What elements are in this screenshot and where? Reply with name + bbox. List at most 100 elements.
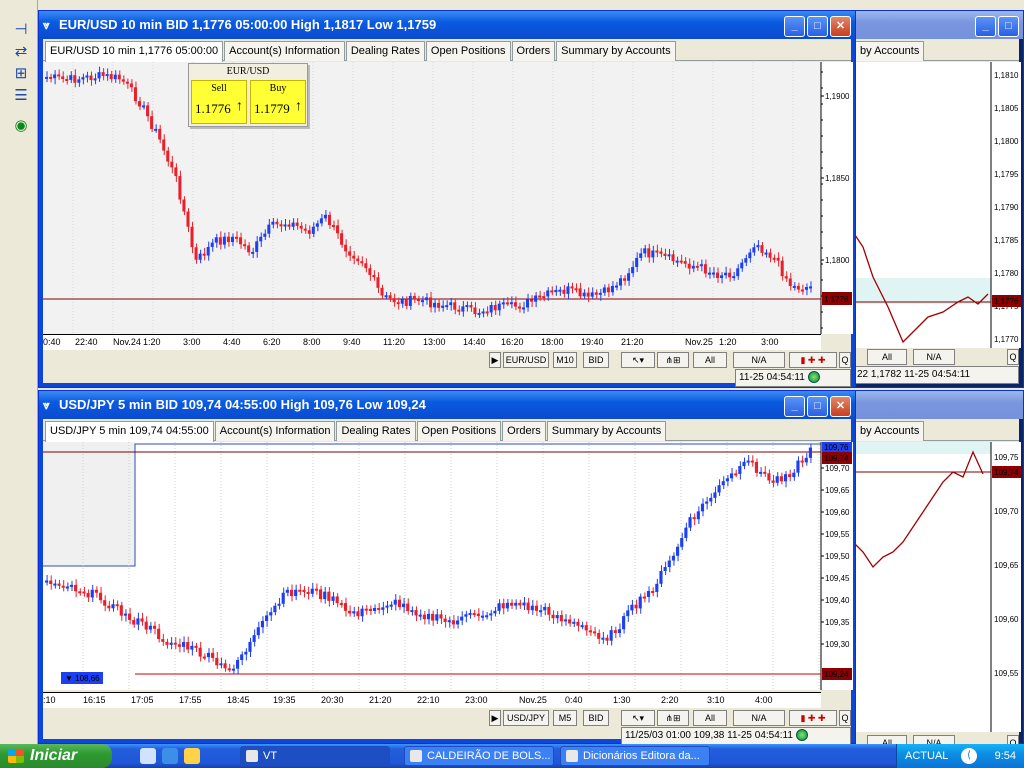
minimize-button[interactable]: _ xyxy=(784,16,805,37)
eur-candle xyxy=(764,252,768,255)
cursor-tool-icon[interactable]: ↖▾ xyxy=(621,710,655,726)
all-button[interactable]: All xyxy=(693,710,727,726)
jpy-right-titlebar[interactable] xyxy=(849,391,1023,419)
tab-orders[interactable]: Orders xyxy=(502,421,546,441)
taskbar-item-vt[interactable]: VT xyxy=(240,746,390,766)
all-button[interactable]: All xyxy=(693,352,727,368)
jpy-candle xyxy=(306,591,310,594)
help-icon[interactable]: ⟨ xyxy=(961,748,977,764)
target-icon[interactable]: ◉ xyxy=(10,116,32,136)
chart-type-icon[interactable]: ▮ ✚ ✚ xyxy=(789,352,837,368)
tab-open-positions[interactable]: Open Positions xyxy=(416,421,502,441)
jpy-candle xyxy=(700,503,705,512)
tab-dealing-rates[interactable]: Dealing Rates xyxy=(345,41,425,61)
jpy-candle xyxy=(626,610,630,617)
side-button[interactable]: BID xyxy=(583,710,609,726)
eur-candle xyxy=(336,225,340,234)
jpy-candle xyxy=(721,481,725,486)
symbol-button[interactable]: EUR/USD xyxy=(503,352,549,368)
tab-chart[interactable]: USD/JPY 5 min 109,74 04:55:00 xyxy=(45,421,214,442)
eur-candle xyxy=(505,302,509,305)
jpy-candle xyxy=(331,596,335,601)
taskbar: Iniciar VT CALDEIRÃO DE BOLS... Dicionár… xyxy=(0,744,1024,768)
draw-tool-icon[interactable]: ⋔⊞ xyxy=(657,352,689,368)
cursor-tool-icon[interactable]: ↖▾ xyxy=(621,352,655,368)
play-icon[interactable]: ▶ xyxy=(489,352,501,368)
eur-candle xyxy=(182,199,186,212)
tab-summary-by-accounts[interactable]: Summary by Accounts xyxy=(546,421,667,441)
usdjpy-window[interactable]: ⩔ USD/JPY 5 min BID 109,74 04:55:00 High… xyxy=(38,390,856,745)
na-button[interactable]: N/A xyxy=(733,710,785,726)
y-tick-label: 1,1795 xyxy=(994,170,1019,179)
tab-accounts-info[interactable]: Account(s) Information xyxy=(214,421,336,441)
tab-open-positions[interactable]: Open Positions xyxy=(425,41,511,61)
period-button[interactable]: M10 xyxy=(553,352,577,368)
jpy-candle xyxy=(443,618,447,622)
tab-summary-by-accounts[interactable]: by Accounts xyxy=(855,41,925,61)
eur-candle xyxy=(796,285,800,290)
start-button[interactable]: Iniciar xyxy=(0,744,112,768)
close-button[interactable]: ✕ xyxy=(830,16,851,37)
eur-right-titlebar[interactable]: _ □ xyxy=(849,11,1023,39)
tab-summary-by-accounts[interactable]: Summary by Accounts xyxy=(556,41,676,61)
q-button[interactable]: Q xyxy=(839,710,851,726)
q-button[interactable]: Q xyxy=(1007,349,1019,365)
jpy-candle xyxy=(377,607,381,610)
arrows-exchange-icon[interactable]: ⇄ xyxy=(10,42,32,62)
side-button[interactable]: BID xyxy=(583,352,609,368)
media-icon[interactable] xyxy=(184,748,200,764)
pin-icon[interactable]: ⊣ xyxy=(10,20,32,40)
jpy-candle xyxy=(530,605,534,611)
browser-icon xyxy=(566,750,578,762)
jpy-candle xyxy=(480,615,485,618)
jpy-candle xyxy=(281,592,285,604)
jpy-candle xyxy=(792,472,796,478)
all-button[interactable]: All xyxy=(867,349,907,365)
jpy-right-window[interactable]: by Accounts 109,75 109,70 109,65 109,60 109,… xyxy=(848,390,1024,752)
minimize-button[interactable]: _ xyxy=(784,396,805,417)
chart-type-icon[interactable]: ▮ ✚ ✚ xyxy=(789,710,837,726)
tab-dealing-rates[interactable]: Dealing Rates xyxy=(336,421,416,441)
na-button[interactable]: N/A xyxy=(913,349,955,365)
eur-candle xyxy=(643,248,647,254)
symbol-button[interactable]: USD/JPY xyxy=(503,710,549,726)
usdjpy-chart[interactable]: 109,70 109,65 109,60 109,55 109,50 109,45 109,… xyxy=(43,442,853,690)
sell-box[interactable]: Sell 1.1776 ↑ xyxy=(191,80,247,124)
draw-tool-icon[interactable]: ⋔⊞ xyxy=(657,710,689,726)
jpy-candle xyxy=(86,592,90,598)
shaded-band xyxy=(853,442,991,454)
eurusd-chart[interactable]: 1,1900 1,1850 1,1800 1,1776 xyxy=(43,62,853,334)
q-button[interactable]: Q xyxy=(839,352,851,368)
play-icon[interactable]: ▶ xyxy=(489,710,501,726)
eur-right-window[interactable]: _ □ by Accounts 1,1810 1,1805 1,1800 1,1795… xyxy=(848,10,1024,388)
jpy-candle xyxy=(223,663,227,669)
eur-candle xyxy=(449,302,453,306)
eurusd-window[interactable]: ⩔ EUR/USD 10 min BID 1,1776 05:00:00 Hig… xyxy=(38,10,856,388)
minimize-button[interactable]: _ xyxy=(975,16,996,37)
usdjpy-titlebar[interactable]: ⩔ USD/JPY 5 min BID 109,74 04:55:00 High… xyxy=(39,391,855,419)
maximize-button[interactable]: □ xyxy=(807,396,828,417)
maximize-button[interactable]: □ xyxy=(998,16,1019,37)
eurusd-titlebar[interactable]: ⩔ EUR/USD 10 min BID 1,1776 05:00:00 Hig… xyxy=(39,11,855,39)
tab-chart[interactable]: EUR/USD 10 min 1,1776 05:00:00 xyxy=(45,41,224,62)
eur-candle xyxy=(429,297,433,308)
close-button[interactable]: ✕ xyxy=(830,396,851,417)
eur-candle xyxy=(610,285,614,293)
maximize-button[interactable]: □ xyxy=(807,16,828,37)
status-time: 11-25 04:54:11 xyxy=(739,372,805,383)
eur-candle xyxy=(772,257,776,260)
browser-icon[interactable] xyxy=(162,748,178,764)
na-button[interactable]: N/A xyxy=(733,352,785,368)
plot-background xyxy=(43,62,821,334)
buy-box[interactable]: Buy 1.1779 ↑ xyxy=(250,80,306,124)
jpy-candle xyxy=(451,620,455,625)
window-list-icon[interactable]: ☰ xyxy=(10,86,32,106)
taskbar-item-caldeirao[interactable]: CALDEIRÃO DE BOLS... xyxy=(404,746,554,766)
period-button[interactable]: M5 xyxy=(553,710,577,726)
desktop-icon[interactable] xyxy=(140,748,156,764)
tab-orders[interactable]: Orders xyxy=(511,41,556,61)
tile-icon[interactable]: ⊞ xyxy=(10,64,32,84)
tab-summary-by-accounts[interactable]: by Accounts xyxy=(855,421,925,441)
taskbar-item-dicionarios[interactable]: Dicionários Editora da... xyxy=(560,746,710,766)
tab-accounts-info[interactable]: Account(s) Information xyxy=(224,41,345,61)
